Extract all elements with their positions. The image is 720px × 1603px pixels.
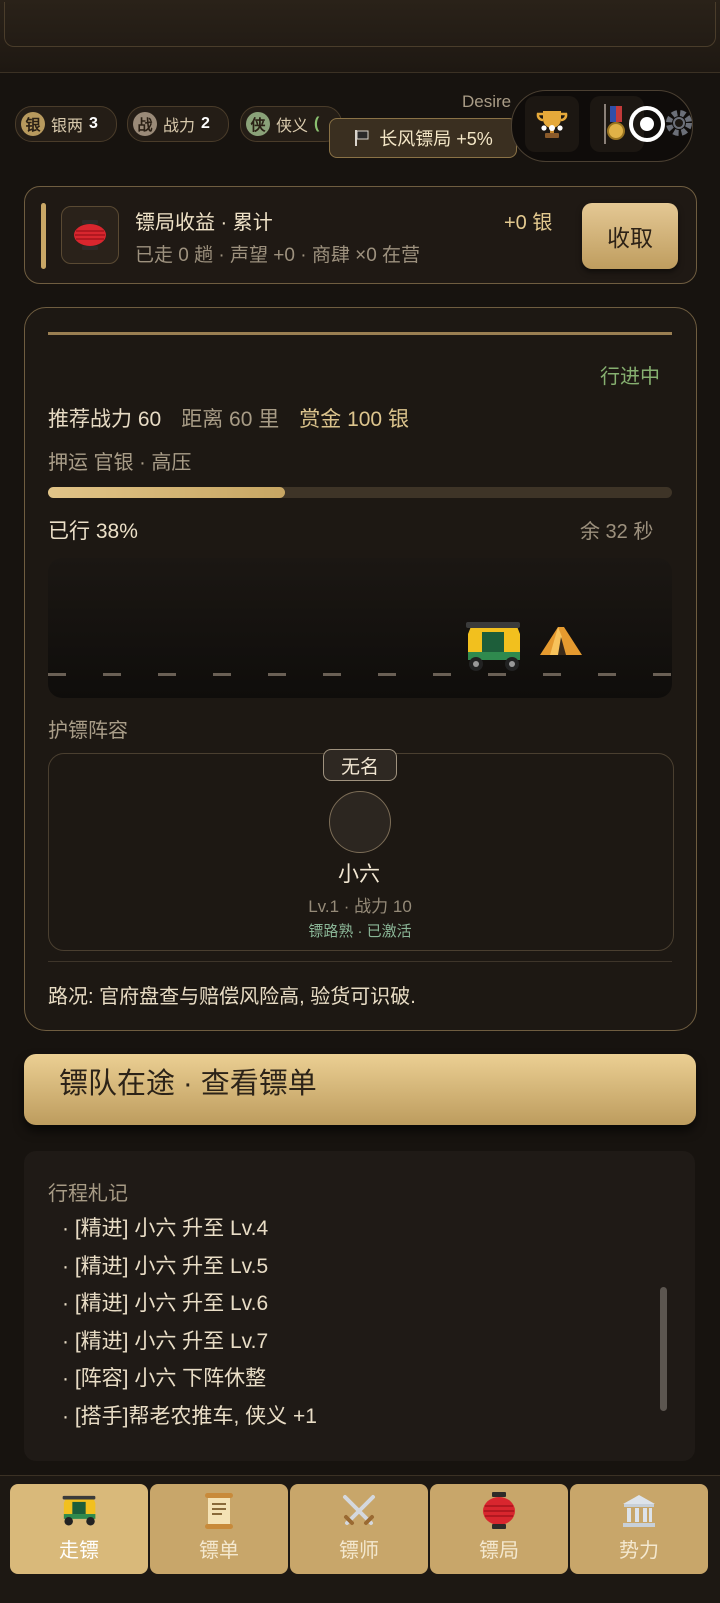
power-icon: 战 [133, 112, 157, 136]
reward: 赏金 100 银 [299, 408, 409, 431]
user-name: Desire [462, 92, 512, 111]
road-dash [48, 673, 66, 676]
income-title: 镖局收益 · 累计 [135, 212, 273, 234]
scroll-icon [205, 1493, 233, 1529]
road-dash [378, 673, 396, 676]
recommend-power: 推荐战力 60 [48, 408, 162, 431]
crossed-swords-icon [343, 1495, 375, 1525]
road-dash [268, 673, 286, 676]
tab-guards-label: 镖师 [339, 1540, 379, 1562]
chivalry-label: 侠义 [276, 118, 309, 135]
hero-name: 小六 [338, 863, 380, 886]
power-chip[interactable]: 战 战力 2 [127, 106, 229, 142]
power-label: 战力 [163, 118, 196, 135]
road-dash [543, 673, 561, 676]
income-value: +0 银 [504, 212, 553, 234]
road-dash [158, 673, 176, 676]
chivalry-value: ( [314, 115, 320, 132]
income-accent-bar [41, 203, 46, 269]
road-dash [213, 673, 231, 676]
bonus-tag[interactable]: 长风镖局 +5% [329, 118, 517, 158]
view-orders-button[interactable]: 镖队在途 · 查看镖单 [24, 1054, 696, 1125]
log-item: · [阵容] 小六 下阵休整 [62, 1367, 267, 1390]
log-item: · [精进] 小六 升至 Lv.6 [62, 1292, 269, 1315]
road-dash [433, 673, 451, 676]
top-bar-frame [4, 2, 716, 47]
tab-bureau[interactable]: 镖局 [430, 1484, 568, 1574]
silver-icon: 银 [21, 112, 45, 136]
silver-chip[interactable]: 银 银两 3 [15, 106, 117, 142]
collect-button[interactable]: 收取 [582, 203, 678, 269]
bonus-tag-label: 长风镖局 +5% [379, 129, 493, 149]
log-title: 行程札记 [48, 1183, 128, 1205]
view-orders-label: 镖队在途 · 查看镖单 [59, 1068, 317, 1100]
chivalry-icon: 侠 [246, 112, 270, 136]
rickshaw-icon [62, 1495, 96, 1526]
log-item: · [搭手]帮老农推车, 侠义 +1 [62, 1405, 317, 1428]
tab-bureau-label: 镖局 [479, 1540, 519, 1562]
income-subtitle: 已走 0 趟 · 声望 +0 · 商肆 ×0 在营 [135, 245, 421, 266]
log-item: · [精进] 小六 升至 Lv.7 [62, 1330, 269, 1353]
power-value: 2 [201, 115, 210, 132]
chivalry-chip[interactable]: 侠 侠义 ( [240, 106, 342, 142]
lantern-badge [61, 206, 119, 264]
avatar [329, 791, 391, 853]
tent-icon [540, 627, 582, 655]
progress-fill [48, 487, 285, 498]
tab-escort-label: 走镖 [59, 1540, 99, 1562]
gear-icon[interactable] [662, 106, 696, 140]
log-scrollbar[interactable] [660, 1287, 667, 1411]
distance: 距离 60 里 [181, 408, 280, 431]
classical-building-icon [623, 1495, 655, 1527]
escort-cargo: 押运 官银 · 高压 [48, 452, 192, 474]
hero-level: Lv.1 · 战力 10 [308, 897, 412, 916]
trophy-button[interactable] [525, 96, 579, 152]
mission-stats: 推荐战力 60 距离 60 里赏金 100 银 [48, 403, 429, 433]
log-item: · [精进] 小六 升至 Lv.4 [62, 1217, 269, 1240]
lantern-icon [483, 1492, 515, 1529]
road-dashes [48, 673, 672, 677]
road-dash [323, 673, 341, 676]
remain-label: 余 32 秒 [580, 521, 654, 543]
guard-title: 护镖阵容 [48, 720, 128, 742]
tab-guards[interactable]: 镖师 [290, 1484, 428, 1574]
hero-skill: 镖路熟 · 已激活 [308, 923, 412, 940]
divider [48, 961, 672, 962]
road-condition: 路况: 官府盘查与赔偿风险高, 验货可识破. [48, 986, 416, 1008]
silver-value: 3 [89, 115, 98, 132]
road-dash [103, 673, 121, 676]
tab-orders-label: 镖单 [199, 1540, 239, 1562]
road-dash [598, 673, 616, 676]
tab-orders[interactable]: 镖单 [150, 1484, 288, 1574]
mission-status: 行进中 [600, 366, 660, 388]
tab-factions-label: 势力 [619, 1540, 659, 1562]
card-top-line [48, 332, 672, 335]
flag-icon [355, 130, 369, 146]
log-item: · [精进] 小六 升至 Lv.5 [62, 1255, 269, 1278]
title-tag: 无名 [323, 749, 397, 781]
walked-label: 已行 38% [48, 520, 138, 543]
road-dash [653, 673, 671, 676]
tab-factions[interactable]: 势力 [570, 1484, 708, 1574]
record-icon[interactable] [627, 104, 667, 144]
silver-label: 银两 [51, 118, 84, 135]
tab-escort[interactable]: 走镖 [10, 1484, 148, 1574]
rickshaw-icon [466, 622, 520, 671]
lantern-icon [74, 220, 106, 250]
trophy-icon [536, 111, 568, 138]
